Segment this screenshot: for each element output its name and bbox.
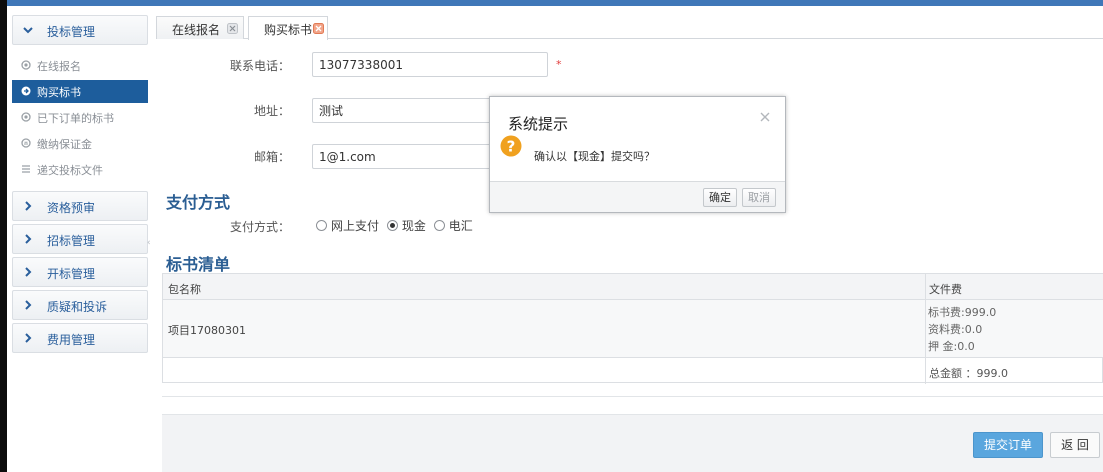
sidebar-item-label: 缴纳保证金: [37, 138, 92, 151]
arrow-circle-right-icon: [21, 86, 31, 96]
tab-label: 在线报名: [172, 23, 221, 37]
list-icon: [22, 165, 30, 173]
required-marker: *: [556, 58, 562, 71]
circle-dot-icon: [21, 112, 31, 122]
chevron-down-icon: [23, 27, 33, 34]
circle-dot-icon: [21, 60, 31, 70]
sidebar-section-bid-management[interactable]: 投标管理: [12, 15, 148, 45]
sidebar-section-complaints[interactable]: 质疑和投诉: [12, 290, 148, 320]
close-icon[interactable]: [759, 111, 771, 123]
column-header-package: 包名称: [168, 283, 201, 296]
sidebar-item-label: 购买标书: [37, 86, 81, 99]
radio-wire-transfer[interactable]: [433, 220, 445, 231]
sidebar-section-prequalification[interactable]: 资格预审: [12, 191, 148, 221]
tab-bar: 在线报名 购买标书: [156, 14, 1103, 40]
sidebar-item-pay-deposit[interactable]: 缴纳保证金: [12, 132, 148, 155]
bid-list-section-title: 标书清单: [166, 255, 231, 274]
svg-text:?: ?: [507, 138, 516, 156]
tab-online-registration[interactable]: 在线报名: [156, 16, 244, 39]
payment-section-title: 支付方式: [166, 193, 231, 212]
phone-input[interactable]: [312, 52, 548, 77]
sidebar-item-label: 在线报名: [37, 60, 81, 73]
divider: [162, 396, 1103, 397]
tab-close-icon[interactable]: [227, 23, 238, 34]
column-header-fee: 文件费: [929, 283, 962, 296]
tab-buy-tender[interactable]: 购买标书: [248, 16, 328, 40]
page: 投标管理 在线报名 购买标书 已下订单的标书 缴纳保证金 递交投标文件 资格预审: [0, 0, 1103, 472]
sidebar-section-bid-opening[interactable]: 开标管理: [12, 257, 148, 287]
radio-label: 网上支付: [331, 219, 380, 233]
package-name: 项目17080301: [168, 324, 246, 337]
sidebar-section-label: 质疑和投诉: [47, 300, 108, 314]
window-left-border: [0, 0, 7, 472]
top-bar: [0, 0, 1103, 6]
table-header: 包名称 文件费: [163, 274, 1103, 300]
address-label: 地址：: [253, 104, 290, 118]
radio-label: 现金: [401, 219, 426, 233]
sidebar-item-submit-bid-files[interactable]: 递交投标文件: [12, 158, 148, 181]
sidebar-item-ordered-tenders[interactable]: 已下订单的标书: [12, 106, 148, 129]
dialog-title: 系统提示: [508, 115, 569, 133]
tab-close-icon[interactable]: [313, 23, 324, 34]
sidebar-section-label: 招标管理: [47, 234, 96, 248]
column-divider: [925, 274, 926, 384]
chevron-right-icon: [25, 201, 32, 211]
radio-label: 电汇: [448, 219, 473, 233]
dialog-footer: 确定 取消: [490, 181, 785, 212]
tab-label: 购买标书: [264, 23, 313, 37]
sidebar-item-label: 已下订单的标书: [37, 112, 114, 125]
sidebar-section-label: 资格预审: [47, 201, 96, 215]
question-warning-icon: ?: [500, 135, 522, 157]
table-row: 项目17080301 标书费:999.0 资料费:0.0 押 金:0.0: [163, 300, 1103, 358]
radio-cash[interactable]: [386, 220, 398, 231]
chevron-right-icon: [25, 234, 32, 244]
cancel-button[interactable]: 取消: [742, 188, 776, 207]
sidebar-section-label: 费用管理: [47, 333, 96, 347]
back-button[interactable]: 返 回: [1050, 432, 1100, 458]
sidebar-item-label: 递交投标文件: [37, 164, 103, 177]
bid-list-table: 包名称 文件费 项目17080301 标书费:999.0 资料费:0.0 押 金…: [162, 273, 1103, 384]
dialog-message: 确认以【现金】提交吗？: [534, 150, 655, 163]
chevron-right-icon: [25, 267, 32, 277]
sidebar-collapse-handle[interactable]: ‹: [147, 238, 151, 248]
chevron-right-icon: [25, 300, 32, 310]
confirm-dialog: 系统提示 ? 确认以【现金】提交吗？ 确定 取消: [489, 96, 786, 213]
radio-online-payment[interactable]: [316, 220, 327, 231]
sidebar-section-label: 开标管理: [47, 267, 96, 281]
sidebar-item-buy-tender[interactable]: 购买标书: [12, 80, 148, 103]
confirm-button[interactable]: 确定: [703, 188, 737, 207]
submit-order-button[interactable]: 提交订单: [973, 432, 1043, 458]
phone-label: 联系电话：: [229, 59, 290, 73]
total-amount: 总金额 ：999.0: [929, 367, 1008, 380]
sidebar-section-label: 投标管理: [47, 25, 96, 39]
sidebar: 投标管理 在线报名 购买标书 已下订单的标书 缴纳保证金 递交投标文件 资格预审: [10, 14, 148, 470]
form-footer: 提交订单 返 回: [162, 414, 1103, 472]
sidebar-item-online-registration[interactable]: 在线报名: [12, 54, 148, 77]
payment-options: 网上支付 现金 电汇: [316, 217, 477, 233]
fee-materials: 资料费:0.0: [928, 323, 983, 336]
email-label: 邮箱：: [253, 150, 290, 164]
payment-label: 支付方式：: [229, 220, 290, 234]
fee-tender: 标书费:999.0: [928, 306, 997, 319]
fee-deposit: 押 金:0.0: [928, 340, 975, 353]
sidebar-section-fee-management[interactable]: 费用管理: [12, 323, 148, 353]
sidebar-section-tender-management[interactable]: 招标管理: [12, 224, 148, 254]
cloud-icon: [21, 138, 31, 148]
chevron-right-icon: [25, 333, 32, 343]
